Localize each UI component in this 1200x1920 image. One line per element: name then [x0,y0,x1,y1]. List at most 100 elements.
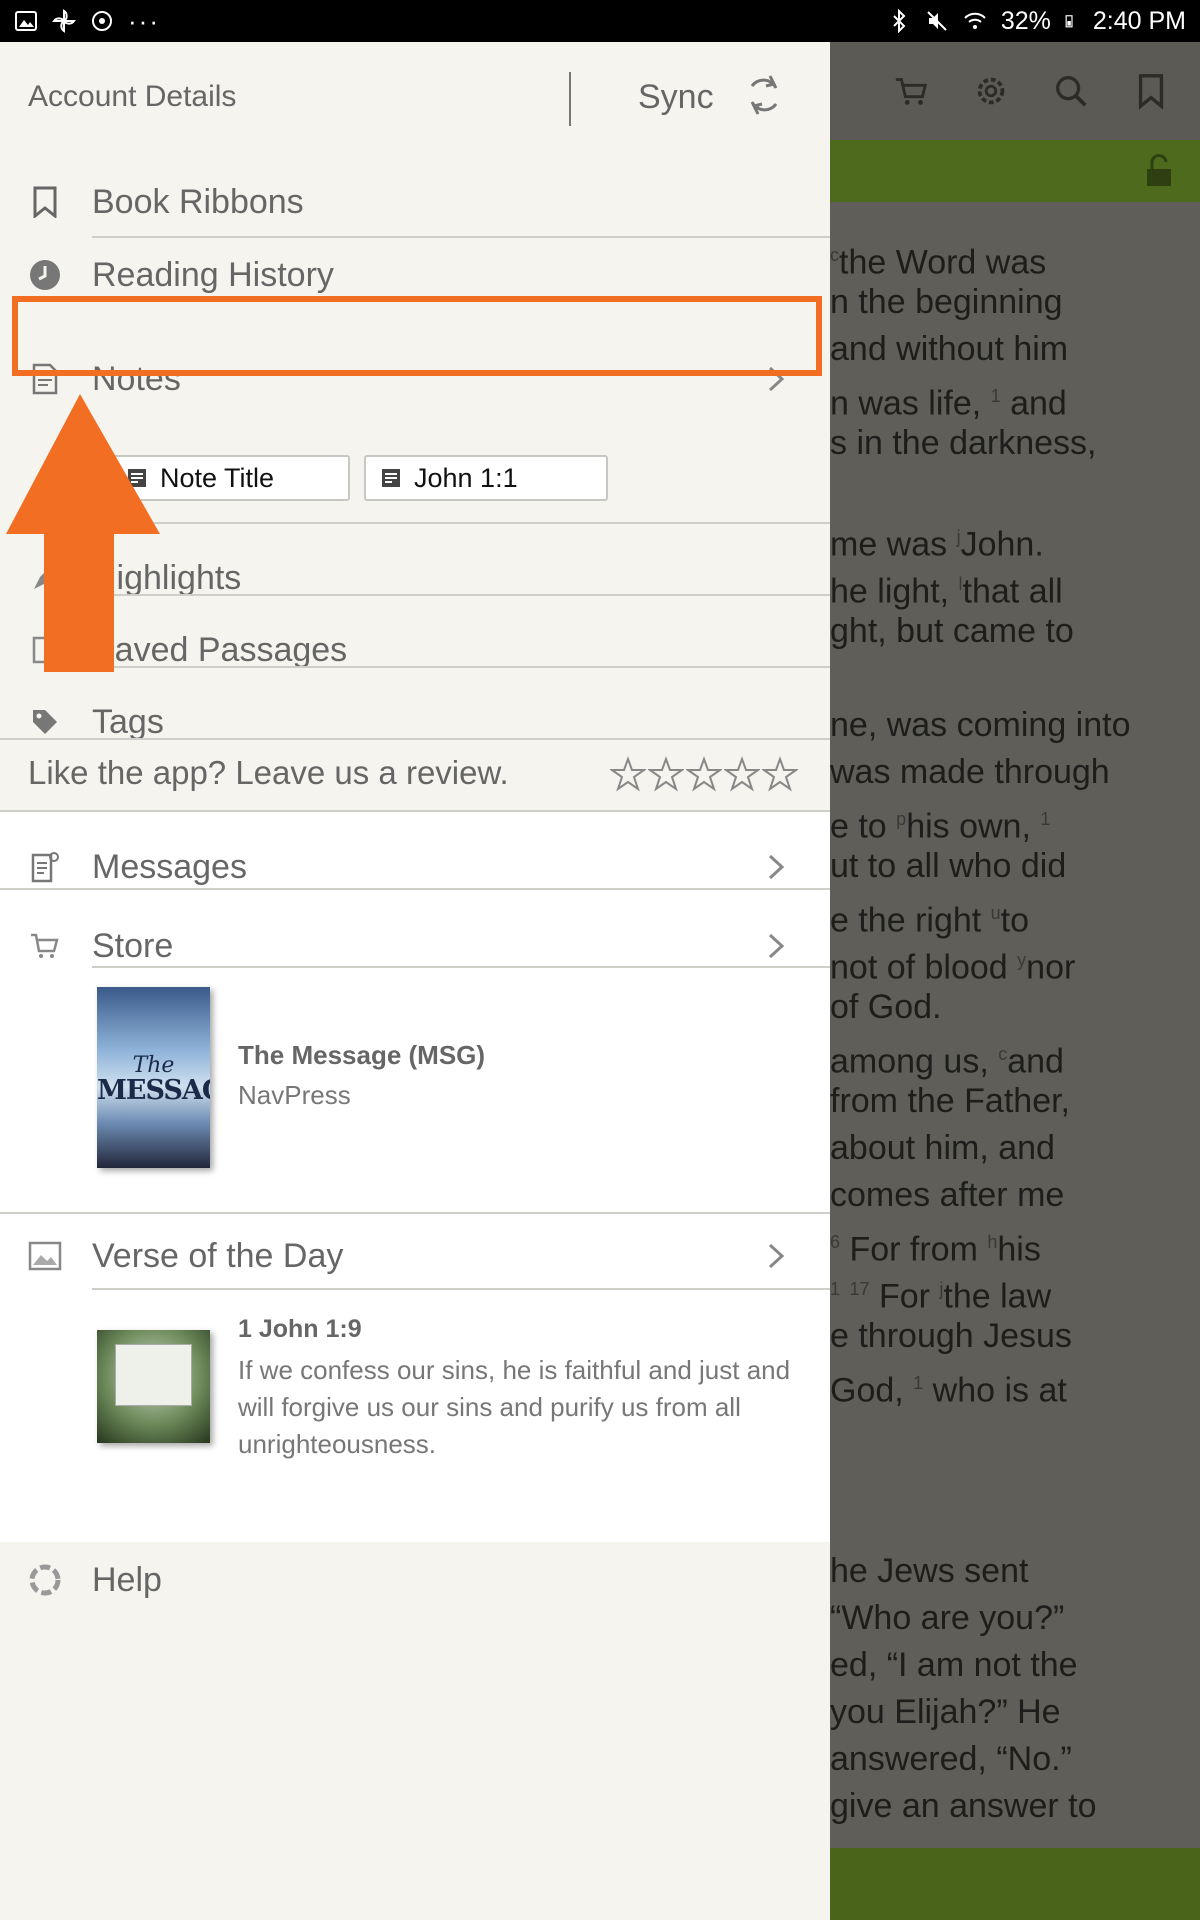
menu-item-label: Tags [92,702,164,741]
menu-item-store[interactable]: Store [0,926,830,966]
menu-item-help[interactable]: Help [0,1560,830,1600]
verse-footnote-marker[interactable]: c [830,245,839,265]
star-icon[interactable] [724,756,760,792]
menu-item-book-ribbons[interactable]: Book Ribbons [0,182,830,222]
scripture-line: about him, and [830,1125,1200,1172]
scripture-text-segment: God, [830,1371,914,1410]
scripture-text-segment: ed, “I am not the [830,1646,1078,1684]
scripture-line: of God. [830,984,1200,1031]
verse-footnote-marker[interactable]: 1 [913,1373,923,1393]
chevron-right-icon [768,854,785,880]
note-chip-reference[interactable]: John 1:1 [364,455,608,501]
scripture-text-segment: ut to all who did [830,847,1067,885]
sync-notification-icon [92,11,112,31]
verse-footnote-marker[interactable]: p [896,809,906,829]
reader-green-bar [830,140,1200,202]
scripture-text-segment: and [1000,384,1067,423]
status-right: 32% 2:40 PM [887,7,1186,36]
cart-icon [28,929,62,963]
verse-footnote-marker[interactable]: h [987,1232,997,1252]
scripture-line: he Jews sent [830,1548,1200,1595]
review-prompt[interactable]: Like the app? Leave us a review. [0,740,830,810]
scripture-line: n was life, 1 and [830,373,1200,423]
scripture-text-segment: n the beginning [830,283,1063,321]
sync-button[interactable]: Sync [638,78,714,117]
book-cover-image[interactable]: The MESSAGE [97,987,210,1168]
chevron-right-icon [768,1243,785,1269]
scripture-text-segment: s in the darkness, [830,424,1097,462]
scripture-line: “Who are you?” [830,1595,1200,1642]
verse-footnote-marker[interactable]: 1 [1040,809,1050,829]
verse-footnote-marker[interactable]: 17 [849,1279,869,1299]
image-icon [28,1239,62,1273]
drawer-header: Account Details Sync [0,42,830,154]
verse-image-thumbnail[interactable] [97,1330,210,1443]
star-icon[interactable] [762,756,798,792]
scripture-text-segment: among us, [830,1042,999,1081]
cover-title-line2: MESSAGE [97,1075,210,1106]
star-icon[interactable] [610,756,646,792]
star-icon[interactable] [686,756,722,792]
verse-footnote-marker[interactable]: c [998,1044,1007,1064]
chevron-right-icon [768,933,785,959]
scripture-text-segment: For [869,1277,940,1316]
verse-footnote-marker[interactable]: y [1017,950,1026,970]
store-book-title[interactable]: The Message (MSG) [238,1040,485,1071]
scripture-line: was made through [830,749,1200,796]
star-icon[interactable] [648,756,684,792]
cart-icon[interactable] [892,72,930,110]
lifebuoy-icon [28,1563,62,1597]
bookmark-icon[interactable] [1132,72,1170,110]
menu-item-verse-of-the-day[interactable]: Verse of the Day [0,1236,830,1276]
divider [0,810,830,812]
bookmark-ribbon-icon [28,185,62,219]
header-divider [569,72,571,126]
scripture-line [830,467,1200,514]
scripture-line: cthe Word was [830,232,1200,282]
gear-icon[interactable] [972,72,1010,110]
menu-item-reading-history[interactable]: Reading History [0,255,830,295]
menu-item-label: Help [92,1560,162,1599]
scripture-text-segment: nor [1026,948,1076,987]
verse-footnote-marker[interactable]: 1 [991,386,1001,406]
scripture-text-segment: comes after me [830,1176,1065,1214]
search-icon[interactable] [1052,72,1090,110]
scripture-text-segment: e through Jesus [830,1317,1072,1355]
scripture-text-segment: and [1007,1042,1064,1081]
scripture-text-segment: ne, was coming into [830,706,1131,744]
gallery-notification-icon [15,11,37,31]
scripture-text-segment: John. [960,525,1044,564]
divider [92,1288,830,1290]
account-details-link[interactable]: Account Details [28,80,236,114]
verse-footnote-marker[interactable]: u [991,903,1001,923]
scripture-text-segment: e to [830,807,897,846]
scripture-line: 6 For from hhis [830,1219,1200,1268]
store-book-publisher: NavPress [238,1080,351,1110]
divider [92,522,830,524]
divider [92,594,830,596]
divider [92,666,830,668]
scripture-text-segment: “Who are you?” [830,1599,1065,1637]
scripture-text-segment: the Word was [839,243,1047,282]
scripture-line: he light, lthat all [830,561,1200,611]
reader-toolbar [830,42,1200,140]
scripture-text-segment: he light, [830,572,959,611]
unlock-icon[interactable] [1144,154,1174,188]
scripture-text-segment: give an answer to [830,1787,1097,1825]
scripture-text-segment: n was life, [830,384,991,423]
clock-icon [28,258,62,292]
scripture-line [830,1454,1200,1501]
scripture-line [830,1407,1200,1454]
status-bar: ··· 32% 2:40 PM [0,0,1200,42]
menu-item-tags[interactable]: Tags [0,702,830,742]
scripture-line: ed, “I am not the [830,1642,1200,1689]
scripture-text-segment: ght, but came to [830,612,1074,650]
votd-reference[interactable]: 1 John 1:9 [238,1315,362,1344]
scripture-line: answered, “No.” [830,1736,1200,1783]
verse-footnote-marker[interactable]: 6 [830,1232,840,1252]
star-rating[interactable] [610,756,798,792]
menu-item-messages[interactable]: Messages [0,847,830,887]
verse-footnote-marker[interactable]: 1 [830,1279,840,1299]
scripture-text-segment: you Elijah?” He [830,1693,1061,1731]
sync-icon[interactable] [744,72,784,118]
